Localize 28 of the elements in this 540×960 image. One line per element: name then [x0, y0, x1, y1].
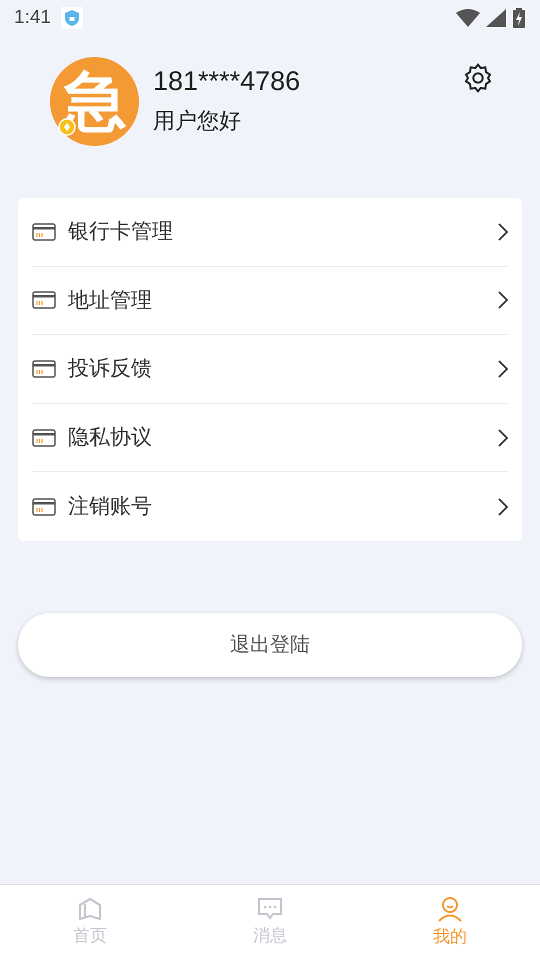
card-icon	[32, 498, 56, 516]
greeting-text: 用户您好	[153, 107, 242, 136]
logout-button[interactable]: 退出登陆	[18, 612, 522, 677]
card-icon	[32, 222, 56, 241]
chat-icon	[257, 896, 283, 921]
avatar: 急	[50, 56, 139, 146]
chevron-right-icon	[498, 360, 508, 378]
card-icon	[32, 291, 56, 310]
menu-item[interactable]: 地址管理	[32, 266, 508, 336]
status-time: 1:41	[14, 6, 51, 30]
chevron-right-icon	[498, 428, 508, 447]
chevron-right-icon	[498, 222, 508, 241]
chevron-right-icon	[498, 498, 508, 516]
battery-icon	[512, 8, 526, 28]
menu-item[interactable]: 隐私协议	[32, 404, 508, 472]
signal-icon	[486, 9, 506, 27]
chevron-right-icon	[498, 291, 508, 310]
card-icon	[32, 360, 56, 378]
phone-number: 181****4786	[153, 64, 302, 98]
shield-icon	[60, 7, 83, 29]
wifi-icon	[456, 9, 480, 27]
menu-item[interactable]: 投诉反馈	[32, 335, 508, 404]
settings-icon[interactable]	[462, 62, 494, 94]
user-icon	[437, 896, 463, 922]
home-icon	[77, 896, 103, 921]
menu-item[interactable]: 银行卡管理	[32, 198, 508, 267]
menu-item[interactable]: 注销账号	[32, 472, 508, 541]
card-icon	[32, 428, 56, 447]
